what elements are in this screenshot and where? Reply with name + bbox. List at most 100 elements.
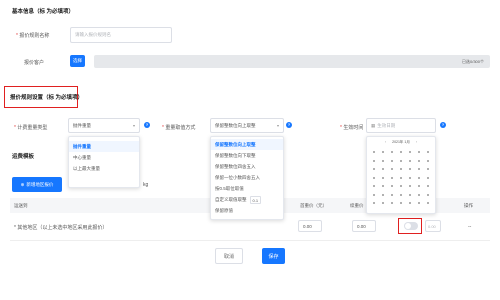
calendar-day-cell[interactable] [391, 202, 393, 204]
prev-month-icon[interactable]: ‹ [385, 140, 386, 144]
calendar-day-cell[interactable] [382, 151, 384, 153]
column-first-weight-price: 首重价（元） [300, 203, 327, 208]
extra-price-input[interactable]: 0.00 [425, 220, 441, 232]
calendar-day-cell[interactable] [409, 193, 411, 196]
calendar-day-cell[interactable] [373, 151, 375, 153]
calendar-day-cell[interactable] [382, 202, 384, 204]
custom-value-input[interactable]: 0.1 [249, 195, 262, 204]
calendar-day-cell[interactable] [409, 176, 411, 179]
calendar-day-cell[interactable] [409, 185, 411, 187]
help-icon[interactable]: ? [144, 122, 150, 128]
continue-price-input[interactable]: 0.00 [352, 220, 376, 232]
column-actions: 操作 [464, 203, 473, 208]
unit-hint: kg [143, 182, 149, 188]
calendar-day-cell[interactable] [418, 168, 420, 170]
rounding-value: 保留整数位向上取整 [215, 122, 256, 128]
calendar-day-cell[interactable] [400, 193, 402, 196]
cancel-button[interactable]: 取消 [215, 248, 243, 264]
help-icon[interactable]: ? [286, 122, 292, 128]
calendar-day-cell[interactable] [391, 168, 393, 170]
calendar-day-cell[interactable] [418, 159, 420, 162]
weight-type-value: 抛件重量 [73, 122, 91, 128]
rule-section-title: 报价规则设置（标 为必填项） [10, 95, 84, 101]
calendar-day-cell[interactable] [409, 202, 411, 204]
calendar-day-cell[interactable] [391, 176, 393, 179]
weight-type-select[interactable]: 抛件重量 ▾ [68, 118, 140, 133]
calendar-day-cell[interactable] [418, 151, 420, 153]
calendar-day-cell[interactable] [391, 159, 393, 162]
select-customer-button[interactable]: 选择 [70, 55, 85, 67]
calendar-day-cell[interactable] [427, 159, 429, 162]
calendar-day-cell[interactable] [373, 185, 375, 187]
footer-divider [10, 240, 490, 241]
calendar-day-cell[interactable] [427, 168, 429, 170]
calendar-day-cell[interactable] [382, 159, 384, 162]
calendar-day-cell[interactable] [400, 159, 402, 162]
calendar-day-cell[interactable] [427, 193, 429, 196]
calendar-day-cell[interactable] [418, 193, 420, 196]
customer-label: 报价客户 [24, 60, 45, 66]
dropdown-option[interactable]: 保留整数位四舍五入 [211, 161, 283, 172]
weight-type-dropdown: 抛件重量 中心重量 以上最大重量 [68, 136, 140, 188]
effective-time-label: * 生效时间 [340, 125, 364, 131]
calendar-day-cell[interactable] [391, 185, 393, 187]
calendar-day-cell[interactable] [400, 168, 402, 170]
calendar-day-cell[interactable] [382, 168, 384, 170]
customer-count: 已选0/300个 [462, 59, 485, 64]
calendar-day-cell[interactable] [391, 151, 393, 153]
dropdown-option[interactable]: 保留整数位向下取整 [211, 150, 283, 161]
calendar-popup: ‹ 2021年 1月 › [366, 136, 436, 214]
calendar-day-cell[interactable] [400, 151, 402, 153]
calendar-day-cell[interactable] [382, 193, 384, 196]
calendar-day-cell[interactable] [373, 168, 375, 170]
calendar-grid [367, 147, 435, 213]
dropdown-option[interactable]: 自定义取值取整 0.1 [211, 194, 283, 205]
dropdown-option[interactable]: 按0.5取位取值 [211, 183, 283, 194]
rounding-label: * 重量取值方式 [162, 125, 196, 131]
calendar-day-cell[interactable] [427, 151, 429, 153]
calendar-day-cell[interactable] [427, 185, 429, 187]
effective-date-input[interactable]: ▦ 生效日期 [366, 118, 436, 133]
calendar-day-cell[interactable] [427, 176, 429, 179]
rounding-select[interactable]: 保留整数位向上取整 ▾ [210, 118, 284, 133]
plus-icon: ⊕ [20, 181, 25, 187]
calendar-day-cell[interactable] [382, 176, 384, 179]
rule-name-input[interactable]: 请输入报价规则名 [70, 27, 172, 43]
save-button[interactable]: 保存 [262, 248, 285, 264]
calendar-day-cell[interactable] [409, 151, 411, 153]
dropdown-option[interactable]: 保留一位小数四舍五入 [211, 172, 283, 183]
calendar-day-cell[interactable] [391, 193, 393, 196]
row-action[interactable]: -- [468, 224, 471, 230]
calendar-day-cell[interactable] [382, 185, 384, 187]
calendar-day-cell[interactable] [418, 185, 420, 187]
calendar-day-cell[interactable] [400, 185, 402, 187]
calendar-day-cell[interactable] [400, 176, 402, 179]
freight-section-title: 运费模板 [12, 154, 35, 160]
calendar-day-cell[interactable] [427, 202, 429, 204]
add-region-label: 新增地区报价 [26, 181, 54, 187]
help-icon[interactable]: ? [440, 122, 446, 128]
calendar-day-cell[interactable] [409, 168, 411, 170]
calendar-month-label: 2021年 1月 [392, 139, 410, 144]
calendar-day-cell[interactable] [418, 176, 420, 179]
calendar-day-cell[interactable] [373, 176, 375, 179]
dropdown-option[interactable]: 保留整数位向上取整 [211, 139, 283, 150]
calendar-day-cell[interactable] [373, 159, 375, 162]
calendar-day-cell[interactable] [418, 202, 420, 204]
calendar-day-cell[interactable] [400, 202, 402, 204]
basic-section-title: 基本信息（标 为必填项） [12, 9, 75, 15]
dropdown-option[interactable]: 中心重量 [69, 152, 139, 163]
rule-name-label: * 报价规则名称 [16, 33, 50, 39]
calendar-day-cell[interactable] [373, 202, 375, 204]
dropdown-option[interactable]: 以上最大重量 [69, 163, 139, 174]
toggle-switch[interactable] [404, 222, 418, 230]
calendar-day-cell[interactable] [373, 193, 375, 196]
next-month-icon[interactable]: › [416, 140, 417, 144]
dropdown-option[interactable]: 保留原值 [211, 205, 283, 216]
first-price-input[interactable]: 0.00 [298, 220, 322, 232]
column-destination: 运送到 [14, 203, 28, 208]
dropdown-option[interactable]: 抛件重量 [69, 141, 139, 152]
chevron-down-icon: ▾ [132, 123, 135, 128]
add-region-button[interactable]: ⊕ 新增地区报价 [12, 177, 62, 192]
calendar-day-cell[interactable] [409, 159, 411, 162]
